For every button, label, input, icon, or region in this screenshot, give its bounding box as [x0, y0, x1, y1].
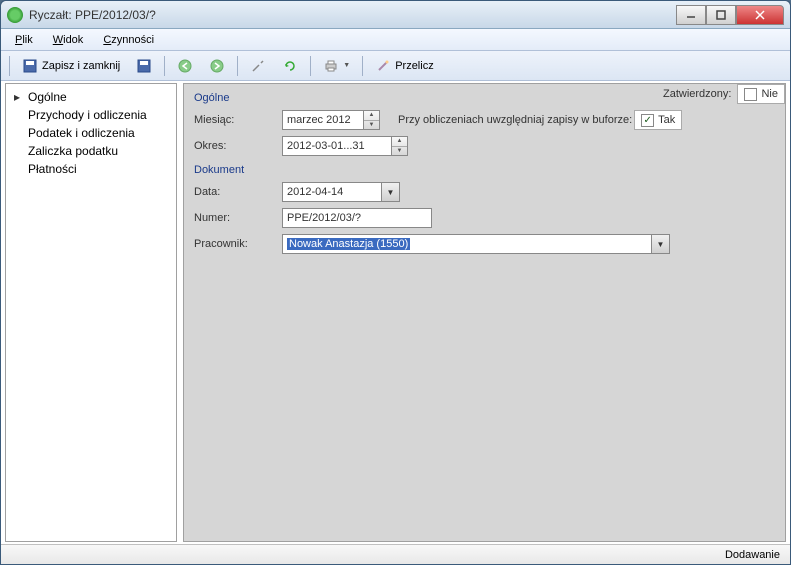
- przelicz-label: Przelicz: [395, 60, 434, 72]
- sidebar-item-platnosci[interactable]: Płatności: [8, 160, 174, 178]
- print-button[interactable]: ▼: [317, 54, 356, 78]
- refresh-icon: [282, 58, 298, 74]
- wand-icon: [375, 58, 391, 74]
- checkbox-icon: [744, 88, 757, 101]
- print-icon: [323, 58, 339, 74]
- window-title: Ryczałt: PPE/2012/03/?: [29, 8, 676, 22]
- menu-plik[interactable]: Plik: [11, 32, 37, 48]
- back-button[interactable]: [171, 54, 199, 78]
- miesiac-spinner[interactable]: ▲ ▼: [364, 110, 380, 130]
- status-text: Dodawanie: [725, 549, 780, 561]
- data-input[interactable]: 2012-04-14: [282, 182, 382, 202]
- spinner-up-icon[interactable]: ▲: [364, 111, 379, 121]
- sidebar-item-podatek[interactable]: Podatek i odliczenia: [8, 124, 174, 142]
- toolbar: Zapisz i zamknij ▼ Przelicz: [1, 51, 790, 81]
- sidebar-item-przychody[interactable]: Przychody i odliczenia: [8, 106, 174, 124]
- data-dropdown-button[interactable]: ▼: [382, 182, 400, 202]
- section-dokument-label: Dokument: [194, 164, 775, 176]
- minimize-button[interactable]: [676, 5, 706, 25]
- okres-input[interactable]: 2012-03-01...31: [282, 136, 392, 156]
- wrench-icon: [250, 58, 266, 74]
- buffor-label: Przy obliczeniach uwzględniaj zapisy w b…: [398, 114, 632, 126]
- pracownik-label: Pracownik:: [194, 238, 274, 250]
- content-panel: Zatwierdzony: Nie Ogólne Miesiąc: marzec…: [183, 83, 786, 542]
- sidebar-item-ogolne[interactable]: Ogólne: [8, 88, 174, 106]
- przelicz-button[interactable]: Przelicz: [369, 54, 440, 78]
- save-icon: [22, 58, 38, 74]
- zatwierdzony-toggle[interactable]: Nie: [737, 84, 785, 104]
- maximize-button[interactable]: [706, 5, 736, 25]
- sidebar: Ogólne Przychody i odliczenia Podatek i …: [5, 83, 177, 542]
- menubar: Plik Widok Czynności: [1, 29, 790, 51]
- titlebar[interactable]: Ryczałt: PPE/2012/03/?: [1, 1, 790, 29]
- spinner-down-icon[interactable]: ▼: [392, 147, 407, 156]
- tak-label: Tak: [658, 114, 675, 126]
- save-icon: [136, 58, 152, 74]
- spinner-down-icon[interactable]: ▼: [364, 121, 379, 130]
- pracownik-value: Nowak Anastazja (1550): [287, 238, 410, 250]
- sidebar-item-zaliczka[interactable]: Zaliczka podatku: [8, 142, 174, 160]
- zatwierdzony-label: Zatwierdzony:: [663, 88, 731, 100]
- save-close-label: Zapisz i zamknij: [42, 60, 120, 72]
- menu-czynnosci[interactable]: Czynności: [99, 32, 158, 48]
- close-button[interactable]: [736, 5, 784, 25]
- miesiac-label: Miesiąc:: [194, 114, 274, 126]
- refresh-button[interactable]: [276, 54, 304, 78]
- arrow-left-icon: [177, 58, 193, 74]
- menu-widok[interactable]: Widok: [49, 32, 88, 48]
- save-close-button[interactable]: Zapisz i zamknij: [16, 54, 126, 78]
- nie-label: Nie: [761, 88, 778, 100]
- dropdown-arrow-icon: ▼: [343, 62, 350, 69]
- checkbox-checked-icon: ✓: [641, 114, 654, 127]
- buffor-toggle[interactable]: ✓ Tak: [634, 110, 682, 130]
- statusbar: Dodawanie: [1, 544, 790, 564]
- numer-label: Numer:: [194, 212, 274, 224]
- save-button[interactable]: [130, 54, 158, 78]
- app-icon: [7, 7, 23, 23]
- forward-button[interactable]: [203, 54, 231, 78]
- okres-label: Okres:: [194, 140, 274, 152]
- okres-spinner[interactable]: ▲ ▼: [392, 136, 408, 156]
- pracownik-select[interactable]: Nowak Anastazja (1550): [282, 234, 652, 254]
- pracownik-dropdown-button[interactable]: ▼: [652, 234, 670, 254]
- window-frame: Ryczałt: PPE/2012/03/? Plik Widok Czynno…: [0, 0, 791, 565]
- arrow-right-icon: [209, 58, 225, 74]
- tools-button[interactable]: [244, 54, 272, 78]
- numer-input[interactable]: PPE/2012/03/?: [282, 208, 432, 228]
- spinner-up-icon[interactable]: ▲: [392, 137, 407, 147]
- data-label: Data:: [194, 186, 274, 198]
- miesiac-input[interactable]: marzec 2012: [282, 110, 364, 130]
